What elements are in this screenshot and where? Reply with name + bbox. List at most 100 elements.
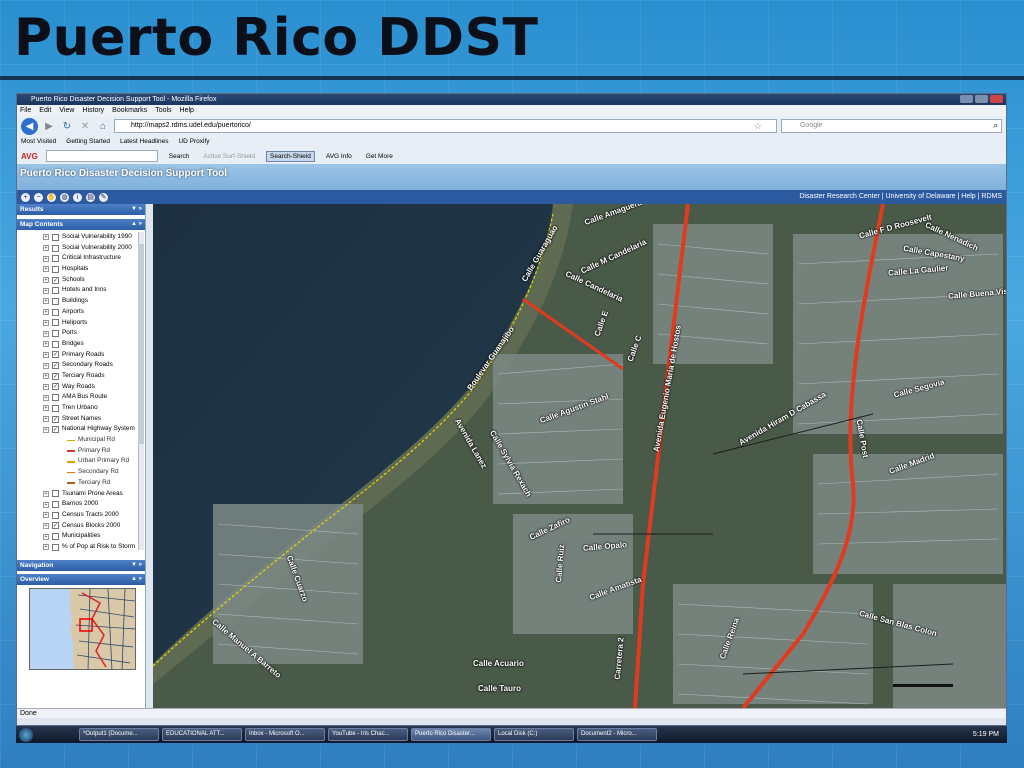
layer-checkbox[interactable] [52, 233, 59, 241]
menu-history[interactable]: History [82, 105, 104, 116]
menu-help[interactable]: Help [180, 105, 194, 116]
reload-icon[interactable]: ↻ [60, 121, 74, 132]
taskbar-item[interactable]: YouTube - Iris Chac... [328, 728, 408, 741]
layer-checkbox[interactable] [52, 265, 59, 273]
map-contents-panel-header[interactable]: Map Contents ▲ » [17, 219, 145, 230]
overview-panel-header[interactable]: Overview ▲ » [17, 574, 145, 585]
expand-icon[interactable]: + [43, 416, 49, 423]
menu-tools[interactable]: Tools [155, 105, 171, 116]
expand-icon[interactable]: + [43, 255, 49, 262]
layer-item[interactable]: + Tsunami Prone Areas [17, 489, 145, 500]
map-view[interactable]: Calle Amaguera Calle Guaraguao Calle M C… [153, 204, 1006, 708]
get-more-button[interactable]: Get More [363, 152, 396, 161]
layer-checkbox[interactable]: ✓ [52, 415, 59, 423]
layer-checkbox[interactable] [52, 297, 59, 305]
layer-item[interactable]: + Hotels and Inns [17, 285, 145, 296]
layer-item[interactable]: + Buildings [17, 296, 145, 307]
layer-item[interactable]: + Census Tracts 2000 [17, 510, 145, 521]
layer-checkbox[interactable]: ✓ [52, 426, 59, 434]
layer-item[interactable]: + Bridges [17, 339, 145, 350]
bookmark-ud-proxify[interactable]: UD Proxify [178, 136, 209, 148]
layer-checkbox[interactable] [52, 404, 59, 412]
layer-checkbox[interactable] [52, 511, 59, 519]
layer-checkbox[interactable] [52, 501, 59, 509]
layer-item[interactable]: + ✓ Street Names [17, 414, 145, 425]
expand-icon[interactable]: + [43, 490, 49, 497]
layer-item[interactable]: + ✓ National Highway System [17, 424, 145, 435]
expand-icon[interactable]: + [43, 522, 49, 529]
clear-icon[interactable]: ✎ [99, 192, 108, 202]
expand-icon[interactable]: + [43, 383, 49, 390]
layer-checkbox[interactable] [52, 340, 59, 348]
bookmark-star-icon[interactable]: ☆ [754, 120, 762, 132]
layer-item[interactable]: + ✓ Census Blocks 2000 [17, 521, 145, 532]
search-input[interactable]: Google ⌕ [781, 119, 1002, 133]
layer-scrollbar-thumb[interactable] [138, 244, 144, 444]
zoom-in-icon[interactable]: + [21, 192, 30, 202]
home-icon[interactable]: ⌂ [96, 121, 110, 132]
layer-checkbox[interactable] [52, 490, 59, 498]
expand-icon[interactable]: + [43, 330, 49, 337]
layer-checkbox[interactable]: ✓ [52, 362, 59, 370]
overview-map[interactable] [29, 588, 136, 670]
layer-item[interactable]: + ✓ Way Roads [17, 382, 145, 393]
layer-item[interactable]: + Ports [17, 328, 145, 339]
maximize-icon[interactable] [975, 95, 988, 103]
layer-checkbox[interactable] [52, 330, 59, 338]
expand-icon[interactable]: + [43, 373, 49, 380]
pan-icon[interactable]: ✋ [47, 192, 56, 202]
avg-logo[interactable]: AVG [21, 152, 38, 161]
expand-icon[interactable]: + [43, 426, 49, 433]
layer-item[interactable]: + ✓ Primary Roads [17, 350, 145, 361]
taskbar-item[interactable]: EDUCATIONAL ATT... [162, 728, 242, 741]
layer-item[interactable]: + Hospitals [17, 264, 145, 275]
expand-icon[interactable]: + [43, 309, 49, 316]
taskbar-item[interactable]: *Output1 (Docume... [79, 728, 159, 741]
layer-checkbox[interactable] [52, 287, 59, 295]
taskbar-item-active[interactable]: Puerto Rico Disaster... [411, 728, 491, 741]
menu-view[interactable]: View [59, 105, 74, 116]
active-surf-shield-button[interactable]: Active Surf-Shield [200, 152, 258, 161]
layer-checkbox[interactable]: ✓ [52, 383, 59, 391]
taskbar-item[interactable]: Local Disk (C:) [494, 728, 574, 741]
layer-item[interactable]: + Municipalities [17, 531, 145, 542]
expand-icon[interactable]: + [43, 245, 49, 252]
stop-icon[interactable]: ✕ [78, 121, 92, 132]
expand-icon[interactable]: + [43, 512, 49, 519]
avg-search-input[interactable] [45, 150, 158, 162]
start-button[interactable] [19, 727, 33, 742]
back-arrow-icon[interactable]: ◀ [21, 117, 38, 135]
expand-icon[interactable]: + [43, 277, 49, 284]
navigation-panel-header[interactable]: Navigation ▼ » [17, 560, 145, 571]
layer-item[interactable]: + Airports [17, 307, 145, 318]
panel-collapse-icon[interactable]: ▼ » [131, 204, 142, 215]
expand-icon[interactable]: + [43, 287, 49, 294]
taskbar-item[interactable]: Document2 - Micro... [577, 728, 657, 741]
layer-item[interactable]: + Tren Urbano [17, 403, 145, 414]
layer-item[interactable]: + % of Pop at Risk to Storm [17, 542, 145, 553]
taskbar-item[interactable]: Inbox - Microsoft O... [245, 728, 325, 741]
bookmark-most-visited[interactable]: Most Visited [21, 136, 56, 148]
expand-icon[interactable]: + [43, 501, 49, 508]
bookmark-latest-headlines[interactable]: Latest Headlines [120, 136, 168, 148]
menu-edit[interactable]: Edit [39, 105, 51, 116]
layer-checkbox[interactable]: ✓ [52, 276, 59, 284]
layer-checkbox[interactable] [52, 255, 59, 263]
globe-icon[interactable]: ◍ [60, 192, 69, 202]
layer-checkbox[interactable] [52, 308, 59, 316]
expand-icon[interactable]: + [43, 362, 49, 369]
layer-checkbox[interactable] [52, 533, 59, 541]
expand-icon[interactable]: + [43, 341, 49, 348]
expand-icon[interactable]: + [43, 533, 49, 540]
close-icon[interactable] [990, 95, 1003, 103]
search-icon[interactable]: ⌕ [993, 119, 998, 131]
layer-item[interactable]: + ✓ Schools [17, 275, 145, 286]
url-input[interactable]: http://maps2.rdms.udel.edu/puertorico/ ☆ [114, 119, 777, 133]
avg-info-button[interactable]: AVG Info [323, 152, 355, 161]
layer-item[interactable]: + Social Vulnerability 2000 [17, 243, 145, 254]
search-shield-button[interactable]: Search-Shield [266, 150, 315, 162]
avg-search-button[interactable]: Search [166, 152, 193, 161]
minimize-icon[interactable] [960, 95, 973, 103]
layer-item[interactable]: + Social Vulnerability 1990 [17, 232, 145, 243]
layer-checkbox[interactable]: ✓ [52, 522, 59, 530]
